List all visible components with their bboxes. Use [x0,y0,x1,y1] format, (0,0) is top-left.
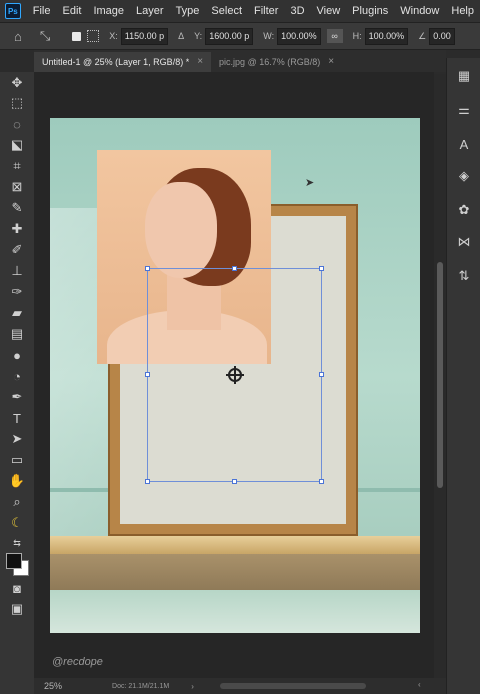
transform-handle-bottom[interactable] [232,479,237,484]
pen-icon[interactable]: ✒ [7,388,27,406]
zoom-level[interactable]: 25% [44,681,62,691]
x-label: X: [109,31,118,41]
blur-icon[interactable]: ● [7,346,27,364]
menu-edit[interactable]: Edit [56,5,87,17]
tab-untitled-1[interactable]: Untitled-1 @ 25% (Layer 1, RGB/8) * × [34,52,212,72]
frame-icon[interactable]: ⊠ [7,178,27,196]
chevron-left-icon[interactable]: ‹ [418,680,421,689]
paths-icon[interactable]: ⋈ [454,232,474,252]
menu-3d[interactable]: 3D [284,5,310,17]
document-tabs: Untitled-1 @ 25% (Layer 1, RGB/8) * × pi… [34,50,446,72]
screen-mode-icon[interactable]: ▣ [7,600,27,618]
angle-icon: ∠ [418,30,427,41]
y-field[interactable]: 1600.00 p [205,27,254,45]
document-size: Doc: 21.1M/21.1M [112,682,170,690]
zoom-icon[interactable]: ⌕ [7,493,27,511]
menu-type[interactable]: Type [170,5,206,17]
transform-handle-top-left[interactable] [145,266,150,271]
layers-thumbnail-icon[interactable]: ▦ [454,66,474,86]
tab-label: Untitled-1 @ 25% (Layer 1, RGB/8) * [42,57,190,67]
transform-handle-bottom-right[interactable] [319,479,324,484]
menu-file[interactable]: File [27,5,57,17]
menu-plugins[interactable]: Plugins [346,5,394,17]
type-icon[interactable]: T [7,409,27,427]
tab-pic-jpg[interactable]: pic.jpg @ 16.7% (RGB/8) × [211,52,342,72]
menu-help[interactable]: Help [445,5,480,17]
transform-icon[interactable]: ⤡ [40,28,50,44]
shelf-top [50,536,420,554]
watermark-text: @recdope [52,656,103,668]
move-icon[interactable]: ✥ [7,74,27,92]
menu-bar: Ps File Edit Image Layer Type Select Fil… [0,0,480,22]
photoshop-logo-icon: Ps [5,3,21,19]
close-icon[interactable]: × [197,52,203,72]
lower-wall [50,590,420,633]
options-bar: ⌂ ⤡ X: 1150.00 p Δ Y: 1600.00 p W: 100.0… [0,22,480,50]
transform-handle-right[interactable] [319,372,324,377]
link-icon[interactable]: ∞ [326,29,343,43]
menu-window[interactable]: Window [394,5,445,17]
transform-handle-top[interactable] [232,266,237,271]
quick-mask-icon[interactable]: ◙ [7,579,27,597]
eyedropper-icon[interactable]: ✎ [7,199,27,217]
mouse-cursor-icon: ➤ [305,177,315,189]
lasso-icon[interactable]: ◌ [7,115,27,133]
clone-stamp-icon[interactable]: ⊥ [7,262,27,280]
transform-handle-top-right[interactable] [319,266,324,271]
reference-point-grid-icon[interactable] [87,30,100,42]
properties-icon[interactable]: ⇅ [454,266,474,286]
tab-label: pic.jpg @ 16.7% (RGB/8) [219,57,321,67]
layers-icon[interactable]: ◈ [454,166,474,186]
menu-view[interactable]: View [311,5,347,17]
dodge-icon[interactable]: ◔ [7,367,27,385]
history-brush-icon[interactable]: ✑ [7,283,27,301]
menu-layer[interactable]: Layer [130,5,170,17]
reference-point-crosshair-icon[interactable] [226,366,244,384]
rectangle-icon[interactable]: ▭ [7,451,27,469]
hand-icon[interactable]: ✋ [7,472,27,490]
foreground-color-swatch[interactable] [6,553,22,569]
w-field[interactable]: 100.00% [277,27,321,45]
horizontal-scroll-thumb[interactable] [220,683,366,689]
rectangular-marquee-icon[interactable]: ⬚ [7,94,27,112]
gradient-icon[interactable]: ▤ [7,325,27,343]
eraser-icon[interactable]: ▰ [7,304,27,322]
close-icon[interactable]: × [328,52,334,72]
channels-icon[interactable]: ✿ [454,200,474,220]
crop-icon[interactable]: ⌗ [7,157,27,175]
right-panel-strip: ▦ ⚌ A ◈ ✿ ⋈ ⇅ [446,58,480,694]
tools-panel: ✥ ⬚ ◌ ⬕ ⌗ ⊠ ✎ ✚ ✐ ⊥ ✑ ▰ ▤ ● ◔ ✒ T ➤ ▭ ✋ … [0,72,35,694]
transform-handle-bottom-left[interactable] [145,479,150,484]
home-icon[interactable]: ⌂ [14,29,22,44]
object-selection-icon[interactable]: ⬕ [7,136,27,154]
adjustments-icon[interactable]: ⚌ [454,100,474,120]
menu-select[interactable]: Select [205,5,248,17]
delta-icon: Δ [178,31,185,41]
w-label: W: [263,31,275,41]
menu-image[interactable]: Image [87,5,130,17]
character-icon[interactable]: A [454,134,474,154]
brush-icon[interactable]: ✐ [7,241,27,259]
h-label: H: [352,31,362,41]
angle-field[interactable]: 0.00 [429,27,455,45]
x-field[interactable]: 1150.00 p [120,27,169,45]
shelf-front [50,554,420,590]
menu-filter[interactable]: Filter [248,5,284,17]
path-selection-icon[interactable]: ➤ [7,430,27,448]
healing-brush-icon[interactable]: ✚ [7,220,27,238]
h-field[interactable]: 100.00% [364,27,409,45]
reference-point-checkbox[interactable] [72,31,82,41]
swap-colors-icon[interactable]: ⇆ [7,534,27,552]
y-label: Y: [194,31,203,41]
portrait-face [145,182,217,278]
chevron-right-icon[interactable]: › [191,682,194,691]
transform-handle-left[interactable] [145,372,150,377]
vertical-scroll-thumb[interactable] [437,262,443,488]
banana-icon[interactable]: ☾ [7,514,27,532]
